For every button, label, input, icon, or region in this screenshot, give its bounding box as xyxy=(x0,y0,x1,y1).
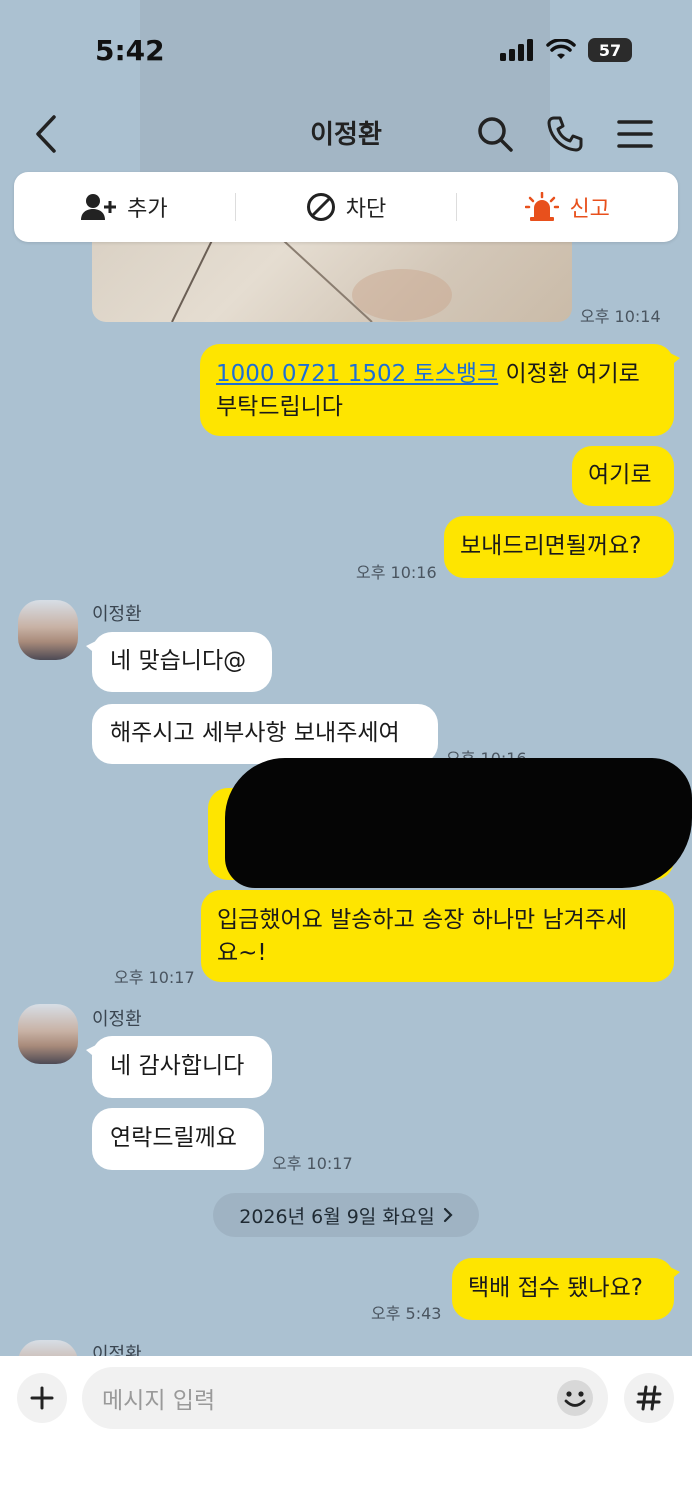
their-message: 연락드릴께요 xyxy=(92,1108,264,1170)
report-button[interactable]: 신고 xyxy=(457,191,678,223)
add-friend-icon xyxy=(81,194,117,220)
sender-name: 이정환 xyxy=(92,604,142,625)
menu-button[interactable] xyxy=(614,113,656,155)
account-number-link[interactable]: 1000 0721 1502 토스뱅크 xyxy=(216,361,498,387)
battery-icon: 57 xyxy=(588,38,632,62)
emoji-button[interactable] xyxy=(554,1377,596,1419)
message-input[interactable]: 메시지 입력 xyxy=(82,1367,608,1429)
signal-icon xyxy=(500,39,533,61)
their-message: 네 맞습니다@ xyxy=(86,632,272,692)
add-friend-button[interactable]: 추가 xyxy=(14,191,235,223)
my-message: 1000 0721 1502 토스뱅크 이정환 여기로 부탁드립니다 xyxy=(200,344,680,436)
message-text: 보내드리면될꺼요? xyxy=(460,533,642,559)
message-input-placeholder: 메시지 입력 xyxy=(102,1388,216,1414)
sender-name: 이정환 xyxy=(92,1009,142,1030)
redaction-mark xyxy=(225,758,692,888)
wifi-icon xyxy=(546,39,576,59)
plus-icon xyxy=(30,1386,54,1410)
search-button[interactable] xyxy=(474,113,516,155)
block-label: 차단 xyxy=(345,197,387,222)
status-time: 5:42 xyxy=(95,34,165,67)
friend-action-bar: 추가 차단 신고 xyxy=(14,172,678,242)
chat-title: 이정환 xyxy=(310,120,382,150)
status-icons: 57 xyxy=(500,38,632,62)
menu-icon xyxy=(617,120,653,148)
message-text: 택배 접수 됐나요? xyxy=(468,1275,643,1301)
message-text: 해주시고 세부사항 보내주세여 xyxy=(110,720,400,746)
date-text: 2026년 6월 9일 화요일 xyxy=(239,1205,435,1228)
call-button[interactable] xyxy=(544,113,586,155)
message-time: 오후 10:17 xyxy=(272,1154,353,1173)
report-label: 신고 xyxy=(569,197,610,222)
their-message: 해주시고 세부사항 보내주세여 xyxy=(92,704,438,764)
hash-button[interactable] xyxy=(624,1373,674,1423)
hash-icon xyxy=(636,1385,662,1411)
message-time: 오후 10:17 xyxy=(114,968,195,987)
message-time: 오후 10:14 xyxy=(580,307,661,326)
message-text: 네 감사합니다 xyxy=(110,1053,245,1079)
attach-button[interactable] xyxy=(17,1373,67,1423)
date-divider[interactable]: 2026년 6월 9일 화요일 xyxy=(213,1193,479,1237)
message-time: 오후 10:16 xyxy=(356,563,437,582)
sender-avatar[interactable] xyxy=(18,1004,78,1064)
block-icon xyxy=(306,193,335,221)
sender-avatar[interactable] xyxy=(18,600,78,660)
add-friend-label: 추가 xyxy=(127,197,168,222)
their-message: 네 감사합니다 xyxy=(86,1036,272,1098)
my-message: 입금했어요 발송하고 송장 하나만 남겨주세 요~! xyxy=(201,890,674,982)
message-text: 요~! xyxy=(217,940,267,966)
emoji-icon xyxy=(557,1380,593,1416)
message-text: 연락드릴께요 xyxy=(110,1125,237,1151)
message-text: 부탁드립니다 xyxy=(216,394,343,420)
message-text: 여기로 xyxy=(588,462,652,488)
message-text: 이정환 여기로 xyxy=(498,361,640,387)
message-text: 입금했어요 발송하고 송장 하나만 남겨주세 xyxy=(217,907,628,933)
block-button[interactable]: 차단 xyxy=(236,191,457,223)
chevron-right-icon xyxy=(443,1207,453,1223)
my-message: 택배 접수 됐나요? xyxy=(452,1258,680,1320)
message-text: 네 맞습니다@ xyxy=(110,648,247,674)
search-icon xyxy=(478,117,513,152)
phone-icon xyxy=(547,116,583,152)
siren-icon xyxy=(525,192,560,221)
message-time: 오후 5:43 xyxy=(371,1304,442,1323)
my-message: 보내드리면될꺼요? xyxy=(444,516,674,578)
my-message: 여기로 xyxy=(572,446,674,506)
